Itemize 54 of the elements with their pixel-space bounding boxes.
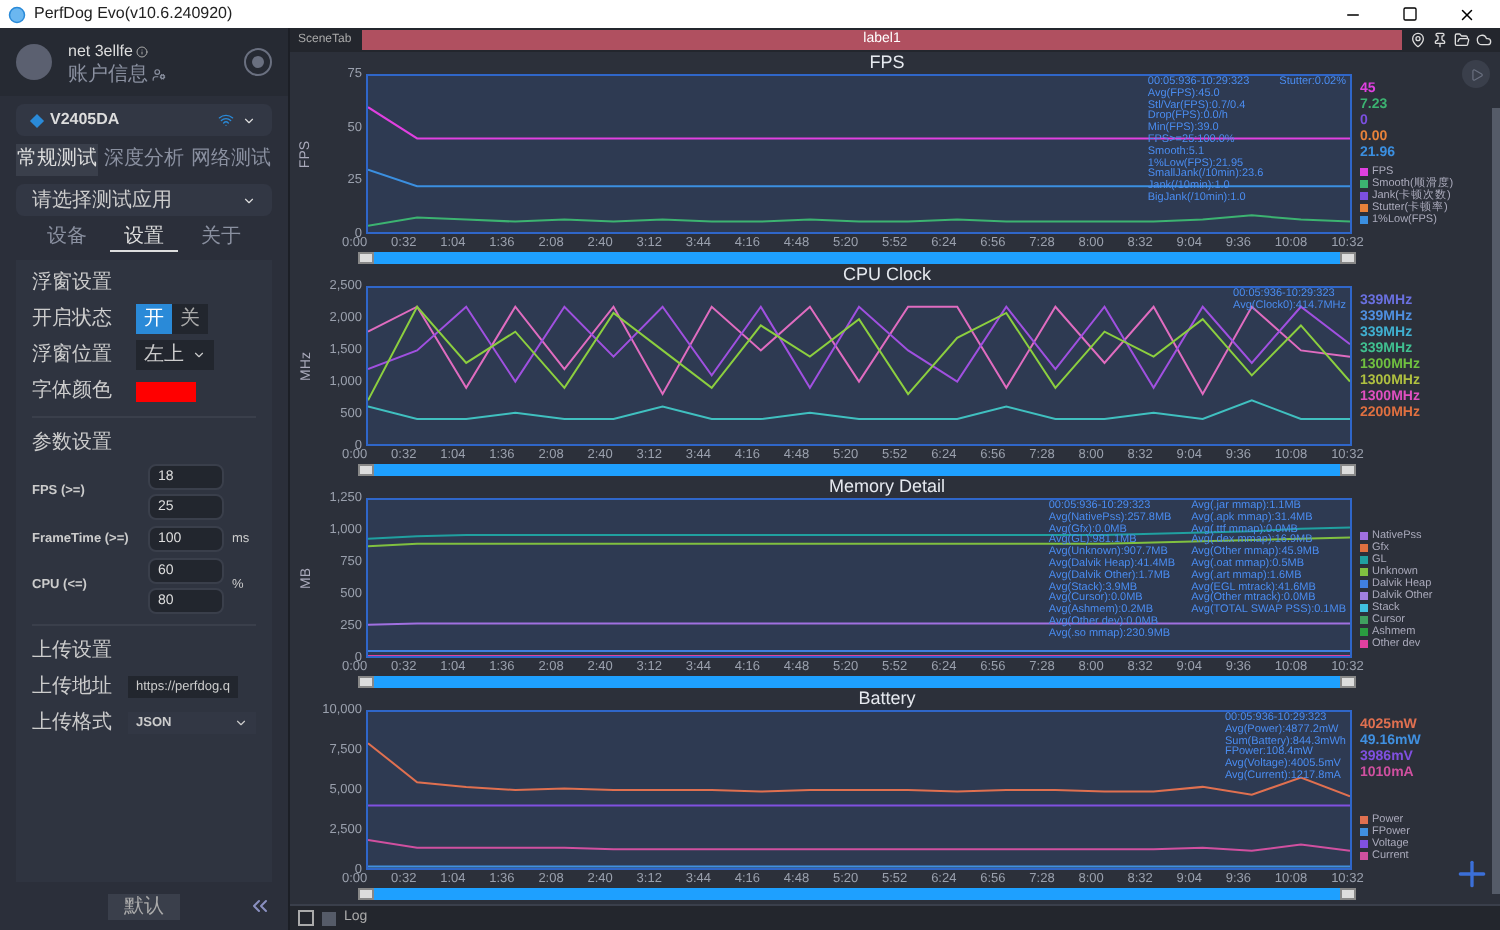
chart-title: FPS	[869, 52, 905, 74]
test-tab[interactable]: 网络测试	[189, 144, 272, 176]
window-title: PerfDog Evo(v10.6.240920)	[34, 2, 233, 26]
info-icon[interactable]	[136, 45, 149, 57]
section-title: 上传设置	[32, 637, 114, 666]
wifi-icon	[218, 112, 234, 128]
avatar	[16, 44, 52, 80]
user-icon	[152, 67, 166, 81]
pin-icon[interactable]	[1432, 32, 1448, 48]
play-icon	[1469, 67, 1483, 81]
toggle-option[interactable]: 关	[172, 304, 208, 334]
position-select[interactable]: 左上	[136, 340, 214, 370]
setting-label: 浮窗位置	[32, 341, 114, 370]
test-tab[interactable]: 深度分析	[102, 144, 186, 176]
setting-label: 上传地址	[32, 673, 114, 702]
default-button[interactable]: 默认	[108, 893, 180, 919]
range-slider[interactable]	[358, 252, 1356, 264]
caret-icon	[234, 716, 248, 730]
user-name: net 3ellfe	[68, 39, 133, 63]
toggle-option[interactable]: 开	[136, 304, 172, 334]
checkbox[interactable]	[322, 911, 336, 925]
map-pin-icon[interactable]	[1410, 32, 1426, 48]
section-title: 浮窗设置	[32, 269, 114, 298]
play-button[interactable]	[1462, 60, 1490, 88]
panel-tab[interactable]: 关于	[186, 224, 257, 252]
panel-tab[interactable]: 设置	[109, 224, 179, 252]
section-title: 参数设置	[32, 429, 114, 458]
chart-title: Memory Detail	[828, 476, 945, 498]
app-select[interactable]: 请选择测试应用	[16, 184, 272, 216]
setting-label: 上传格式	[32, 709, 114, 738]
log-toggle-icon[interactable]	[298, 910, 314, 926]
caret-icon	[242, 193, 256, 207]
cloud-icon[interactable]	[1476, 32, 1492, 48]
range-slider[interactable]	[358, 676, 1356, 688]
range-slider[interactable]	[358, 464, 1356, 476]
caret-icon	[242, 113, 256, 127]
scrollbar[interactable]	[1492, 108, 1500, 894]
chart-title: Battery	[858, 688, 916, 710]
test-tab[interactable]: 常规测试	[16, 144, 99, 176]
setting-label: 开启状态	[32, 305, 114, 334]
collapse-icon[interactable]	[248, 894, 272, 918]
close-icon[interactable]	[1458, 5, 1476, 23]
panel-tab[interactable]: 设备	[32, 224, 102, 252]
account-info-link[interactable]: 账户信息	[68, 63, 148, 85]
range-slider[interactable]	[358, 888, 1356, 900]
device-select[interactable]: V2405DA	[16, 104, 272, 136]
chart-title: CPU Clock	[842, 264, 931, 286]
maximize-icon[interactable]	[1402, 6, 1418, 22]
app-logo-icon	[8, 5, 26, 23]
folder-icon[interactable]	[1454, 32, 1470, 48]
color-swatch[interactable]	[136, 381, 196, 401]
caret-icon	[192, 348, 206, 362]
record-button[interactable]	[244, 48, 272, 76]
setting-label: 字体颜色	[32, 377, 114, 406]
